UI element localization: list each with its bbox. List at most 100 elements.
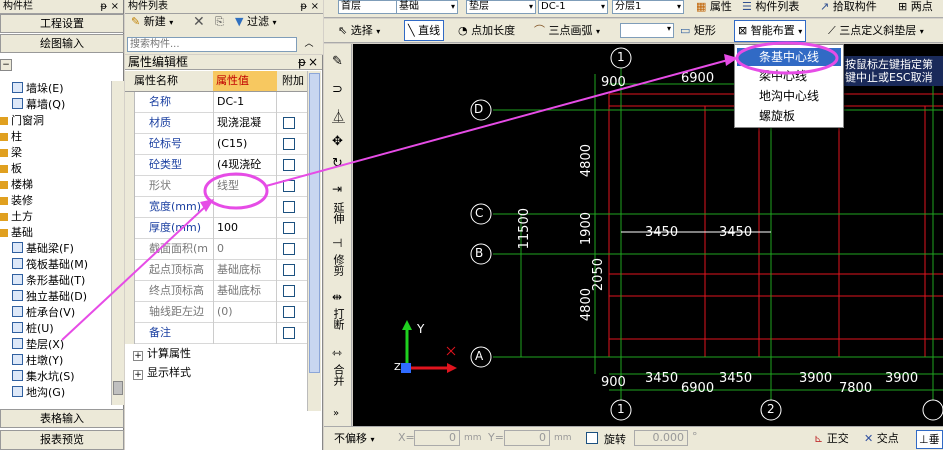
tree-item[interactable]: 装修 [0,193,33,209]
chevron-down-icon[interactable]: » [333,408,339,419]
pin-icon[interactable]: ᵽ [100,0,107,13]
expand-icon[interactable]: + [133,370,143,380]
new-component-button[interactable]: ✎ 新建 ▾ [131,12,173,33]
extend-button[interactable]: 延伸 [332,202,345,227]
property-row[interactable]: 厚度(mm) 100 [125,218,307,239]
property-row[interactable]: 形状 线型 [125,176,307,197]
menu-item-strip-foundation-centerline[interactable]: 条基中心线 [737,48,841,66]
property-row[interactable]: 名称 DC-1 [125,92,307,113]
tree-item[interactable]: 桩(U) [0,321,54,337]
pin-icon[interactable]: ᵽ [300,0,307,13]
tree-scrollbar[interactable] [111,81,124,405]
intersection-button[interactable]: ✕ 交点 [864,430,899,447]
property-row[interactable]: 材质 现浇混凝 [125,113,307,134]
property-value[interactable]: (C15) [213,134,277,155]
component-list-button[interactable]: ☰ 构件列表 [742,0,799,17]
select-button[interactable]: ⇖ 选择 ▾ [338,21,380,42]
property-group[interactable]: + 显示样式 [125,363,307,382]
rectangle-button[interactable]: ▭ 矩形 [680,21,716,41]
property-additional-checkbox[interactable] [283,159,295,171]
tree-item[interactable]: 垫层(X) [0,337,65,353]
draw-input-button[interactable]: 绘图输入 [0,34,124,53]
property-additional-checkbox[interactable] [283,306,295,318]
property-additional-checkbox[interactable] [283,180,295,192]
property-row[interactable]: 终点顶标高 基础底标 [125,281,307,302]
category-select[interactable]: 基础 ▾ [396,0,458,14]
filter-button[interactable]: ▼ 过滤 ▾ [235,12,276,33]
drawing-canvas[interactable]: D C B A 1 1 2 900 6900 4800 11500 1900 2… [353,44,943,426]
arc-option-select[interactable]: ▾ [620,23,674,38]
property-additional-checkbox[interactable] [283,243,295,255]
property-additional-checkbox[interactable] [283,285,295,297]
properties-button[interactable]: ▦ 属性 [696,0,732,17]
table-input-button[interactable]: 表格输入 [0,409,124,428]
tree-item[interactable]: 楼梯 [0,177,33,193]
tree-item[interactable]: 土方 [0,209,33,225]
tree-item[interactable]: 筏板基础(M) [0,257,88,273]
tree-item[interactable]: 基础梁(F) [0,241,74,257]
property-value[interactable]: (4现浇砼 [213,155,277,176]
property-value[interactable]: 基础底标 [213,260,277,281]
move-icon[interactable]: ✥ [332,134,343,149]
property-row[interactable]: 截面面积(m 0 [125,239,307,260]
type-select[interactable]: 垫层 ▾ [466,0,536,14]
menu-item-spiral-slab[interactable]: 螺旋板 [737,107,841,125]
property-row[interactable]: 轴线距左边 (0) [125,302,307,323]
tree-item[interactable]: 柱墩(Y) [0,353,63,369]
property-value[interactable]: 线型 [213,176,277,197]
report-preview-button[interactable]: 报表预览 [0,430,124,450]
trim-button[interactable]: 修剪 [332,254,345,279]
mirror-icon[interactable]: ⏅ [332,106,345,125]
smart-layout-button[interactable]: ⊠ 智能布置 ▾ [734,20,807,42]
close-icon[interactable]: × [111,0,119,13]
delete-button[interactable]: ✕ [193,12,205,32]
pin-icon[interactable]: ᵽ [298,55,306,69]
property-value[interactable]: 现浇混凝 [213,113,277,134]
tree-item[interactable]: 独立基础(D) [0,289,87,305]
property-additional-checkbox[interactable] [283,201,295,213]
tree-item[interactable]: 桩承台(V) [0,305,75,321]
property-additional-checkbox[interactable] [283,264,295,276]
break-button[interactable]: 打断 [332,308,345,333]
three-point-arc-button[interactable]: ⌒ 三点画弧 ▾ [534,21,600,42]
property-value[interactable]: 0 [213,239,277,260]
scroll-up-icon[interactable]: ︿ [301,37,317,52]
three-point-slope-button[interactable]: ⟋ 三点定义斜垫层 ▾ [828,21,924,42]
menu-item-beam-centerline[interactable]: 梁中心线 [737,67,841,85]
tree-item[interactable]: 门窗洞 [0,113,44,129]
property-additional-checkbox[interactable] [283,117,295,129]
tree-scroll-top[interactable]: − [0,59,12,71]
tree-item[interactable]: 基础 [0,225,33,241]
tree-item[interactable]: 条形基础(T) [0,273,85,289]
pen-icon[interactable]: ✎ [332,54,343,69]
merge-icon[interactable]: ⇿ [332,346,342,360]
property-value[interactable]: (0) [213,302,277,323]
y-input[interactable]: 0 [504,430,550,446]
pick-component-button[interactable]: ↗ 拾取构件 [820,0,877,17]
tree-item[interactable]: 梁 [0,145,22,161]
tree-item[interactable]: 集水坑(S) [0,369,75,385]
offset-icon[interactable]: ⊃ [332,82,343,97]
extend-icon[interactable]: ⇥ [332,182,342,196]
property-group[interactable]: + 计算属性 [125,344,307,363]
property-value[interactable] [213,323,277,344]
property-row[interactable]: 起点顶标高 基础底标 [125,260,307,281]
property-additional-checkbox[interactable] [283,138,295,150]
property-row[interactable]: 备注 [125,323,307,344]
line-button[interactable]: ╲ 直线 [404,20,445,41]
property-scrollbar[interactable] [307,71,321,411]
expand-icon[interactable]: + [133,351,143,361]
tree-item[interactable]: 幕墙(Q) [0,97,65,113]
copy-button[interactable]: ⎘ [215,12,224,32]
two-point-button[interactable]: ⊞ 两点 [898,0,933,17]
ortho-button[interactable]: ⊾ 正交 [814,430,849,447]
perpendicular-button[interactable]: ⊥垂 [916,430,943,449]
component-select[interactable]: DC-1 ▾ [538,0,608,14]
project-settings-button[interactable]: 工程设置 [0,14,124,33]
merge-button[interactable]: 合并 [332,364,345,389]
close-icon[interactable]: × [311,0,319,13]
rotate-checkbox[interactable] [586,432,598,444]
component-search-input[interactable] [127,37,297,52]
property-row[interactable]: 宽度(mm) [125,197,307,218]
menu-item-trench-centerline[interactable]: 地沟中心线 [737,87,841,105]
